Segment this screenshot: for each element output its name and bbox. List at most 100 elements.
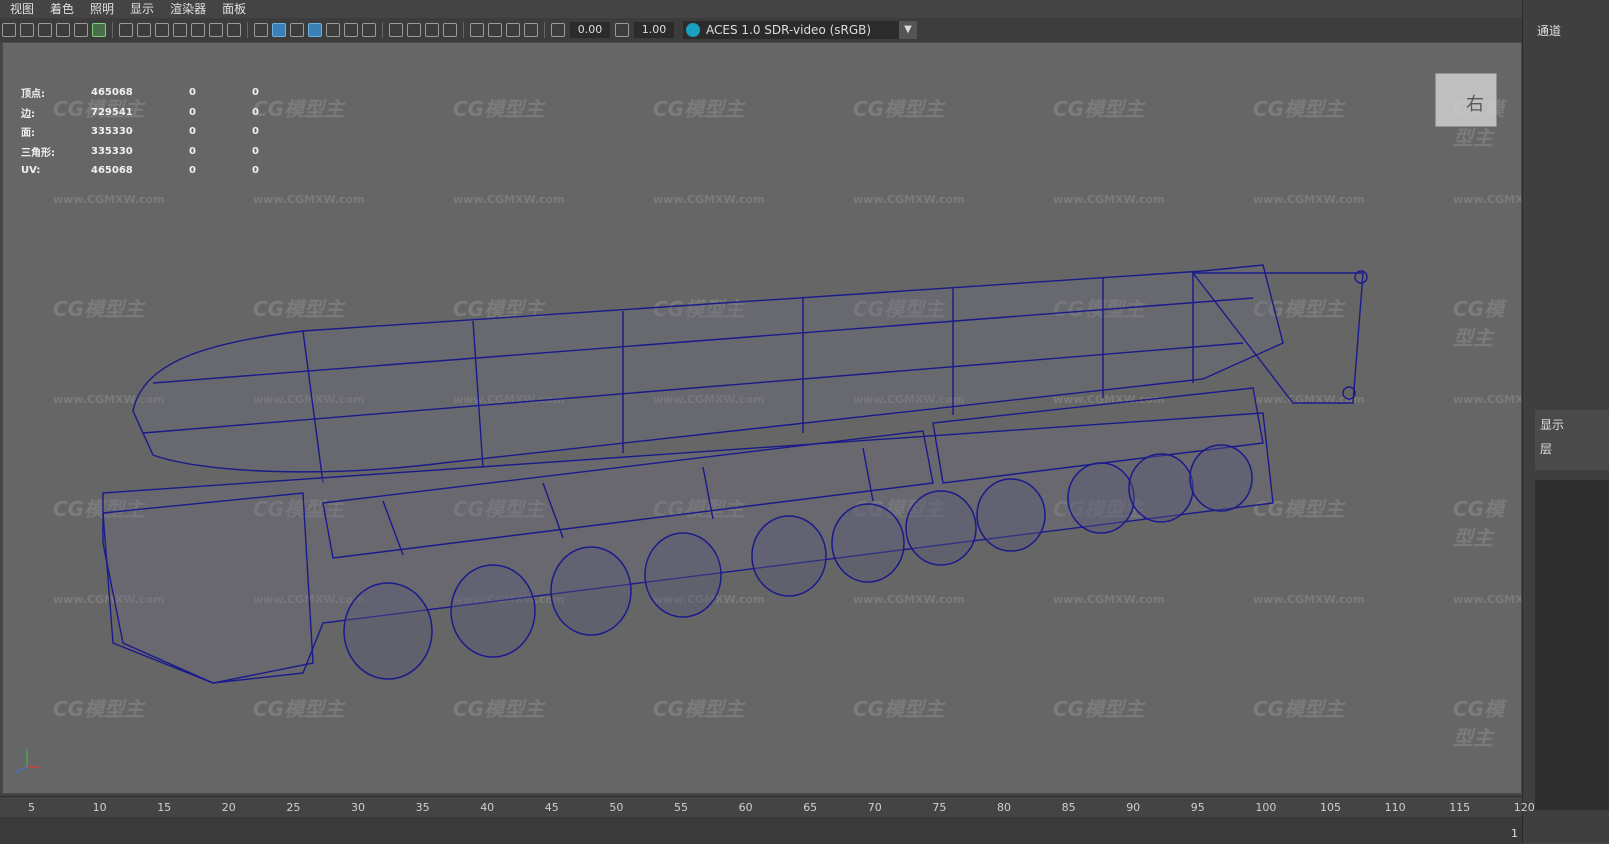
layers-menu[interactable]: 层	[1540, 440, 1552, 457]
anti-aliasing-icon[interactable]	[425, 23, 439, 37]
timeline-tick: 15	[157, 801, 172, 814]
timeline-tick: 95	[1190, 801, 1205, 814]
time-range-bar[interactable]: 1	[0, 817, 1522, 844]
timeline-tick: 75	[932, 801, 947, 814]
toolbar-divider	[112, 22, 113, 38]
layer-list[interactable]	[1535, 480, 1609, 810]
watermark-url: www.CGMXW.com	[1053, 793, 1164, 794]
field-chart-icon[interactable]	[191, 23, 205, 37]
menu-panels[interactable]: 面板	[212, 0, 252, 18]
timeline-tick: 85	[1061, 801, 1076, 814]
isolate-select-icon[interactable]	[470, 23, 484, 37]
motion-blur-icon[interactable]	[407, 23, 421, 37]
stat-row: 顶点: 465068 0 0	[21, 87, 259, 101]
toolbar-divider	[463, 22, 464, 38]
menu-renderer[interactable]: 渲染器	[160, 0, 212, 18]
toolbar-divider	[247, 22, 248, 38]
watermark-url: www.CGMXW.com	[53, 793, 164, 794]
safe-action-icon[interactable]	[209, 23, 223, 37]
xray-icon[interactable]	[488, 23, 502, 37]
safe-title-icon[interactable]	[227, 23, 241, 37]
exposure-icon[interactable]	[551, 23, 565, 37]
stat-row: 三角形: 335330 0 0	[21, 145, 259, 159]
3d-viewport[interactable]: CG模型主 www.CGMXW.com CG模型主 www.CGMXW.com CG模型…	[2, 42, 1522, 794]
color-management-dropdown[interactable]: ACES 1.0 SDR-video (sRGB) ▼	[683, 21, 917, 39]
timeline-tick: 120	[1513, 801, 1535, 814]
watermark-url: www.CGMXW.com	[1453, 793, 1522, 794]
timeline-tick: 40	[480, 801, 495, 814]
menu-show[interactable]: 显示	[120, 0, 160, 18]
gamma-icon[interactable]	[615, 23, 629, 37]
xray-joints-icon[interactable]	[506, 23, 520, 37]
smooth-shade-icon[interactable]	[272, 23, 286, 37]
gate-mask-icon[interactable]	[173, 23, 187, 37]
timeline-tick: 25	[286, 801, 301, 814]
viewport-menu-bar: 视图 着色 照明 显示 渲染器 面板	[0, 0, 1560, 18]
color-management-icon[interactable]	[686, 23, 700, 37]
camera-attributes-icon[interactable]	[20, 23, 34, 37]
screen-space-ao-icon[interactable]	[389, 23, 403, 37]
watermark-url: www.CGMXW.com	[653, 793, 764, 794]
watermark-url: www.CGMXW.com	[253, 793, 364, 794]
grid-icon[interactable]	[119, 23, 133, 37]
timeline-tick: 35	[415, 801, 430, 814]
stat-row: 边: 729541 0 0	[21, 106, 259, 120]
stat-row: UV: 465068 0 0	[21, 165, 259, 177]
film-gate-icon[interactable]	[137, 23, 151, 37]
timeline-tick: 10	[92, 801, 107, 814]
dropdown-arrow-icon[interactable]: ▼	[899, 21, 917, 39]
timeline-tick: 80	[997, 801, 1011, 814]
grease-pencil-icon[interactable]	[92, 23, 106, 37]
timeline-tick: 70	[867, 801, 882, 814]
image-plane-icon[interactable]	[56, 23, 70, 37]
timeline-tick: 60	[738, 801, 753, 814]
resolution-gate-icon[interactable]	[155, 23, 169, 37]
backface-culling-icon[interactable]	[524, 23, 538, 37]
right-side-panel: 通道 显示 层	[1522, 0, 1609, 843]
timeline-tick: 30	[351, 801, 365, 814]
depth-of-field-icon[interactable]	[443, 23, 457, 37]
gamma-field[interactable]: 1.00	[634, 22, 674, 38]
view-cube[interactable]: 右	[1435, 73, 1497, 127]
display-tab[interactable]: 显示	[1540, 416, 1564, 433]
camera-2d-pan-icon[interactable]	[74, 23, 88, 37]
timeline-tick: 90	[1126, 801, 1141, 814]
watermark-url: www.CGMXW.com	[853, 793, 964, 794]
timeline-tick: 20	[221, 801, 236, 814]
timeline-tick: 110	[1384, 801, 1406, 814]
layer-editor-header: 显示 层	[1535, 410, 1609, 470]
camera-select-icon[interactable]	[2, 23, 16, 37]
timeline-tick: 105	[1320, 801, 1341, 814]
exposure-field[interactable]: 0.00	[570, 22, 610, 38]
channel-box-tab[interactable]: 通道	[1537, 22, 1561, 39]
axis-gizmo	[14, 749, 39, 774]
stat-row: 面: 335330 0 0	[21, 126, 259, 140]
timeline-tick: 100	[1255, 801, 1277, 814]
toolbar-divider	[382, 22, 383, 38]
timeline-tick: 50	[609, 801, 624, 814]
view-cube-face-label: 右	[1466, 94, 1484, 115]
default-material-icon[interactable]	[290, 23, 304, 37]
menu-lighting[interactable]: 照明	[80, 0, 120, 18]
toolbar-divider	[544, 22, 545, 38]
wireframe-on-shaded-icon[interactable]	[308, 23, 322, 37]
menu-view[interactable]: 视图	[0, 0, 40, 18]
textured-icon[interactable]	[326, 23, 340, 37]
shadows-icon[interactable]	[362, 23, 376, 37]
menu-shading[interactable]: 着色	[40, 0, 80, 18]
view-transform-label: ACES 1.0 SDR-video (sRGB)	[706, 23, 872, 37]
heads-up-poly-count: 顶点: 465068 0 0 边: 729541 0 0 面: 335330 0 0 三角形: 33…	[21, 83, 259, 181]
current-frame-label: 1	[1511, 827, 1518, 840]
timeline-tick: 45	[544, 801, 559, 814]
timeline-tick: 115	[1449, 801, 1471, 814]
time-slider[interactable]: 5 10 15 20 25 30 35 40 45 50 55 60 65 70 75 80 85 90 95 100…	[0, 796, 1535, 844]
timeline-tick: 5	[28, 801, 35, 814]
watermark-url: www.CGMXW.com	[453, 793, 564, 794]
bookmark-icon[interactable]	[38, 23, 52, 37]
lights-icon[interactable]	[344, 23, 358, 37]
wireframe-icon[interactable]	[254, 23, 268, 37]
timeline-tick: 65	[803, 801, 818, 814]
viewport-toolbar: 0.00 1.00 ACES 1.0 SDR-video (sRGB) ▼	[0, 18, 1560, 42]
watermark-url: www.CGMXW.com	[1253, 793, 1364, 794]
timeline-tick: 55	[674, 801, 688, 814]
